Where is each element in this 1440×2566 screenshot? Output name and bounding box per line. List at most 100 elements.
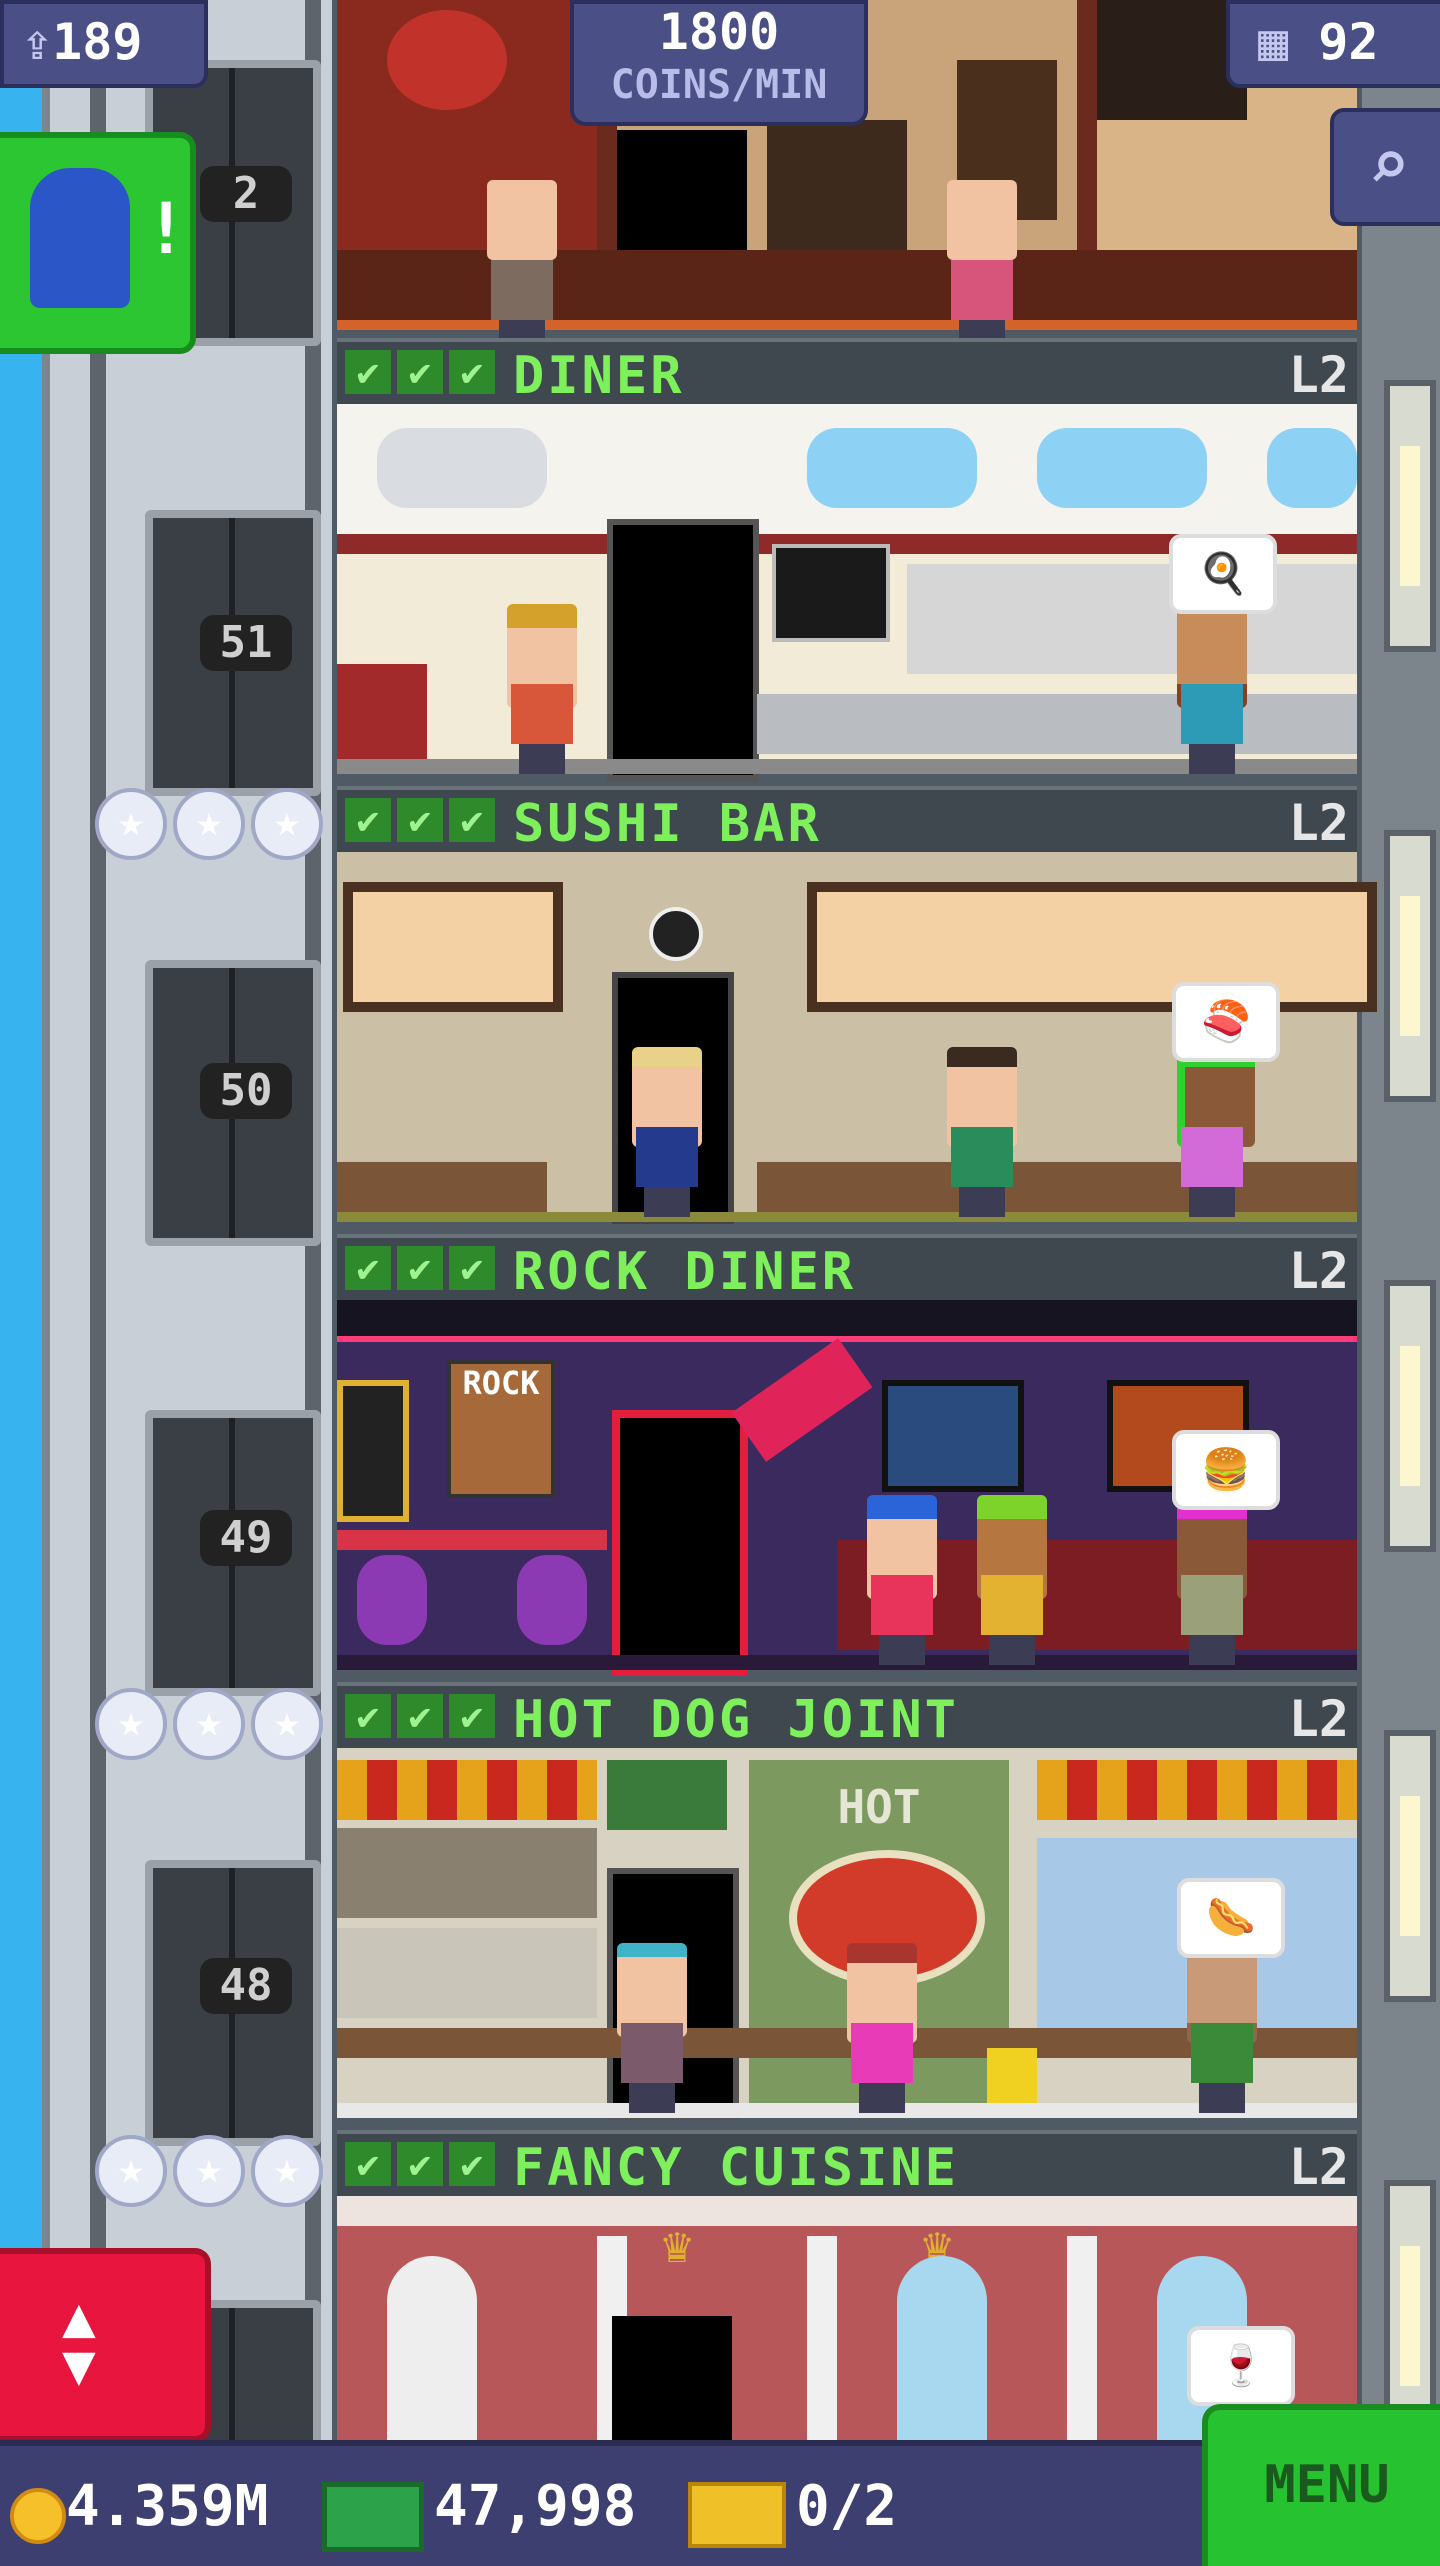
room-doorway	[607, 519, 759, 781]
pillar	[807, 2236, 837, 2440]
floor-header[interactable]: ✔ ✔ ✔ HOT DOG JOINT L2	[337, 1682, 1357, 1750]
star-icon: ★	[95, 2135, 167, 2207]
coin-icon	[10, 2488, 66, 2544]
check-icon: ✔	[397, 2142, 443, 2186]
floor-checks: ✔ ✔ ✔	[345, 1694, 495, 1738]
vip-notification[interactable]: !	[0, 132, 196, 354]
star-icon: ★	[251, 2135, 323, 2207]
neon-strip	[337, 1336, 1357, 1342]
floor-header[interactable]: ✔ ✔ ✔ FANCY CUISINE L2	[337, 2130, 1357, 2198]
bitizen[interactable]	[1167, 1495, 1257, 1665]
room-ceiling	[337, 2196, 1357, 2226]
star-icon: ★	[95, 788, 167, 860]
shaft-floor-number: 50	[200, 1063, 292, 1119]
floor-name: SUSHI BAR	[513, 794, 822, 854]
floor-name: DINER	[513, 346, 685, 406]
floor-header[interactable]: ✔ ✔ ✔ ROCK DINER L2	[337, 1234, 1357, 1302]
star-icon: ★	[251, 1688, 323, 1760]
room-rock-diner[interactable]: ROCK 🍔	[337, 1300, 1357, 1676]
floor-level: L2	[1288, 1690, 1349, 1748]
building-icon: ▦	[1258, 13, 1289, 71]
check-icon: ✔	[345, 2142, 391, 2186]
menu-board-icon	[1097, 0, 1247, 120]
coins-value[interactable]: 4.359M	[66, 2474, 268, 2539]
check-icon: ✔	[449, 798, 495, 842]
awning-icon	[337, 1760, 597, 1820]
floor-name: ROCK DINER	[513, 1242, 857, 1302]
star-icon: ★	[251, 788, 323, 860]
check-icon: ✔	[397, 350, 443, 394]
check-icon: ✔	[345, 1246, 391, 1290]
trash-can-icon	[987, 2048, 1037, 2108]
booth-seat	[357, 1555, 427, 1645]
floor-level: L2	[1288, 1242, 1349, 1300]
floor-name: FANCY CUISINE	[513, 2138, 959, 2198]
coins-rate-panel: 1800 COINS/MIN	[570, 0, 868, 126]
elevator-shaft[interactable]: 2 51 50 49 48	[42, 0, 340, 2456]
floor-name: HOT DOG JOINT	[513, 1690, 959, 1750]
elevator-button[interactable]: ▲ ▼	[0, 2248, 211, 2442]
star-rating: ★ ★ ★	[95, 788, 323, 860]
bitizen[interactable]	[497, 604, 587, 774]
side-window	[1384, 830, 1436, 1102]
tickets-value[interactable]: 0/2	[796, 2474, 897, 2539]
shaft-rail-left	[90, 0, 106, 2440]
food-request-bubble[interactable]: 🌭	[1177, 1878, 1285, 1958]
alert-icon: !	[145, 188, 188, 270]
vip-avatar	[30, 168, 130, 308]
food-request-bubble[interactable]: 🍔	[1172, 1430, 1280, 1510]
bitizen[interactable]	[622, 1047, 712, 1217]
floor-header[interactable]: ✔ ✔ ✔ DINER L2	[337, 338, 1357, 406]
bitizen[interactable]	[477, 180, 567, 350]
shaft-floor-number: 48	[200, 1958, 292, 2014]
rock-poster: ROCK	[447, 1360, 555, 1498]
diner-counter	[757, 694, 1357, 754]
floors-counter[interactable]: ▦ 92	[1226, 0, 1440, 88]
food-request-bubble[interactable]: 🍳	[1169, 534, 1277, 614]
up-down-arrows-icon: ▲ ▼	[62, 2285, 96, 2398]
room-hot-dog-joint[interactable]: HOT 🌭	[337, 1748, 1357, 2120]
bitizen[interactable]	[1177, 1943, 1267, 2113]
room-sushi-bar[interactable]: 🍣	[337, 852, 1377, 1224]
check-icon: ✔	[397, 798, 443, 842]
window-icon	[807, 428, 977, 508]
star-icon: ★	[173, 788, 245, 860]
check-icon: ✔	[345, 350, 391, 394]
window-icon	[1267, 428, 1357, 508]
picture-frame-icon	[882, 1380, 1024, 1492]
tower-side-column	[1362, 0, 1440, 2440]
bitizen[interactable]	[1167, 604, 1257, 774]
floor-header[interactable]: ✔ ✔ ✔ SUSHI BAR L2	[337, 786, 1357, 854]
bitizen[interactable]	[837, 1943, 927, 2113]
bitizen[interactable]	[1167, 1047, 1257, 1217]
pillar	[1067, 2236, 1097, 2440]
room-diner[interactable]: 🍳	[337, 404, 1357, 781]
menu-button[interactable]: MENU	[1202, 2404, 1440, 2566]
floor-level: L2	[1288, 794, 1349, 852]
food-request-bubble[interactable]: 🍷	[1187, 2326, 1295, 2406]
sushi-counter	[337, 1162, 547, 1212]
magnifier-icon[interactable]: ⌕	[1330, 108, 1440, 226]
ticket-icon	[688, 2482, 786, 2548]
side-window	[1384, 1280, 1436, 1552]
guitar-icon	[731, 1338, 873, 1462]
bitizen[interactable]	[857, 1495, 947, 1665]
bitizen[interactable]	[937, 1047, 1027, 1217]
window-icon	[343, 882, 563, 1012]
bitizen[interactable]	[967, 1495, 1057, 1665]
window-icon	[897, 2256, 987, 2440]
star-icon: ★	[173, 2135, 245, 2207]
floor-level: L2	[1288, 2138, 1349, 2196]
room-fancy-cuisine[interactable]: ♛ ♛ 🍷	[337, 2196, 1357, 2440]
check-icon: ✔	[397, 1246, 443, 1290]
record-icon	[337, 1380, 409, 1522]
check-icon: ✔	[397, 1694, 443, 1738]
bitizen[interactable]	[937, 180, 1027, 350]
food-request-bubble[interactable]: 🍣	[1172, 982, 1280, 1062]
bitizen[interactable]	[607, 1943, 697, 2113]
bux-value[interactable]: 47,998	[434, 2474, 636, 2539]
sushi-counter	[757, 1162, 1357, 1212]
population-counter[interactable]: ⇪189	[0, 0, 208, 88]
shaft-floor-number: 2	[200, 166, 292, 222]
window-icon	[377, 428, 547, 508]
